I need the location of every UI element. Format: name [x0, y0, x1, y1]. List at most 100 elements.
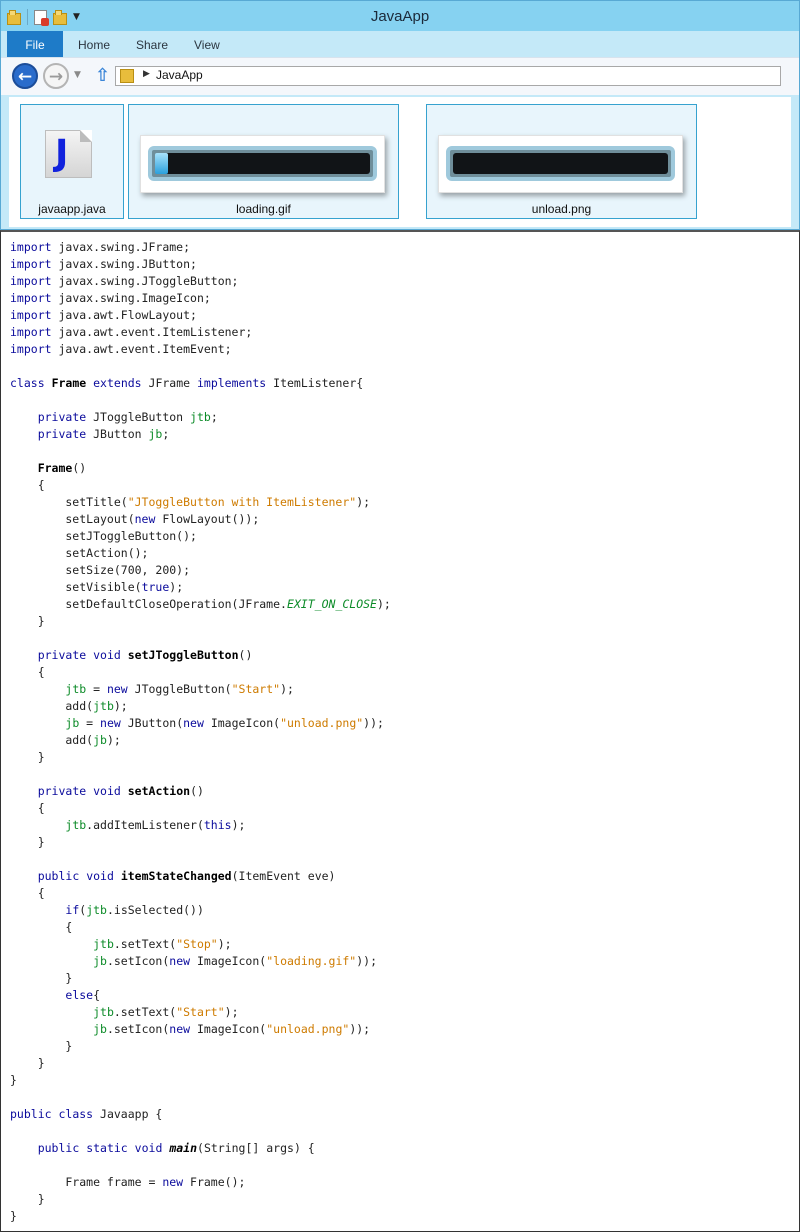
code-token: setAction: [127, 784, 191, 798]
code-line: setDefaultCloseOperation(JFrame.EXIT_ON_…: [10, 596, 391, 613]
code-token: ));: [349, 1022, 371, 1036]
code-line: }: [10, 1055, 391, 1072]
code-token: new: [169, 954, 191, 968]
code-token: jtb: [93, 699, 114, 713]
code-token: {: [10, 801, 45, 815]
code-token: add(: [10, 733, 94, 747]
code-token: JToggleButton: [86, 410, 191, 424]
code-token: java.awt.event.ItemEvent;: [51, 342, 232, 356]
code-token: .addItemListener(: [86, 818, 204, 832]
code-token: ));: [363, 716, 384, 730]
code-token: "Start": [231, 682, 281, 696]
file-name: loading.gif: [236, 202, 291, 216]
code-token: import: [10, 274, 52, 288]
code-line: }: [10, 1208, 391, 1225]
code-token: "unload.png": [280, 716, 364, 730]
code-token: (): [238, 648, 253, 662]
code-line: class Frame extends JFrame implements It…: [10, 375, 391, 392]
code-token: ));: [356, 954, 378, 968]
code-token: }: [10, 971, 73, 985]
code-token: }: [10, 614, 45, 628]
code-token: JButton(: [120, 716, 184, 730]
recent-locations-dropdown-icon[interactable]: ▼: [74, 70, 81, 80]
code-token: .setText(: [113, 937, 177, 951]
forward-arrow-icon[interactable]: →: [43, 63, 69, 89]
code-token: setAction();: [10, 546, 149, 560]
code-token: java.awt.event.ItemListener;: [51, 325, 253, 339]
java-file-icon: J: [45, 130, 92, 178]
code-token: import: [10, 325, 52, 339]
progress-bar-image: [438, 135, 683, 193]
code-token: );: [113, 699, 128, 713]
code-token: {: [10, 665, 45, 679]
code-line: }: [10, 1191, 391, 1208]
code-token: setVisible(: [10, 580, 142, 594]
code-token: void: [86, 869, 114, 883]
file-item[interactable]: unload.png: [426, 104, 697, 219]
code-line: jtb = new JToggleButton("Start");: [10, 681, 391, 698]
chevron-right-icon[interactable]: ▶: [143, 69, 150, 79]
code-line: jb.setIcon(new ImageIcon("loading.gif"))…: [10, 953, 391, 970]
code-token: setJToggleButton();: [10, 529, 197, 543]
code-token: void: [93, 648, 121, 662]
code-line: jtb.addItemListener(this);: [10, 817, 391, 834]
code-token: .setIcon(: [106, 1022, 170, 1036]
source-code: import javax.swing.JFrame; import javax.s…: [10, 239, 391, 1225]
file-item[interactable]: loading.gif: [128, 104, 399, 219]
code-token: public: [10, 1107, 52, 1121]
code-token: add(: [10, 699, 94, 713]
code-line: private void setAction(): [10, 783, 391, 800]
tab-view[interactable]: View: [194, 31, 220, 57]
file-name: unload.png: [531, 202, 592, 216]
code-line: import java.awt.event.ItemListener;: [10, 324, 391, 341]
code-line: import java.awt.event.ItemEvent;: [10, 341, 391, 358]
up-arrow-icon[interactable]: ⇧: [95, 66, 110, 86]
code-token: .setText(: [113, 1005, 177, 1019]
tab-home[interactable]: Home: [78, 31, 110, 57]
code-token: new: [183, 716, 204, 730]
code-token: import: [10, 257, 52, 271]
code-token: class: [10, 376, 45, 390]
code-token: }: [10, 1039, 73, 1053]
code-line: jtb.setText("Stop");: [10, 936, 391, 953]
code-token: private: [37, 784, 87, 798]
code-token: }: [10, 750, 45, 764]
tab-file[interactable]: File: [7, 31, 63, 57]
code-line: import javax.swing.ImageIcon;: [10, 290, 391, 307]
code-token: new: [169, 1022, 191, 1036]
code-editor[interactable]: import javax.swing.JFrame; import javax.s…: [0, 230, 800, 1232]
code-token: );: [106, 733, 121, 747]
code-token: jb: [65, 716, 80, 730]
breadcrumb[interactable]: JavaApp: [156, 68, 203, 82]
code-line: {: [10, 885, 391, 902]
file-item[interactable]: J javaapp.java: [20, 104, 124, 219]
code-token: jb: [93, 733, 107, 747]
code-token: );: [376, 597, 391, 611]
code-token: ImageIcon(: [190, 1022, 267, 1036]
file-name: javaapp.java: [38, 202, 106, 216]
code-token: (): [72, 461, 87, 475]
code-token: }: [10, 1073, 17, 1087]
code-line: public void itemStateChanged(ItemEvent e…: [10, 868, 391, 885]
code-token: {: [10, 920, 73, 934]
code-line: setLayout(new FlowLayout());: [10, 511, 391, 528]
code-line: import javax.swing.JToggleButton;: [10, 273, 391, 290]
back-arrow-icon[interactable]: ←: [12, 63, 38, 89]
code-token: "JToggleButton with ItemListener": [127, 495, 357, 509]
code-token: new: [134, 512, 156, 526]
code-line: private JButton jb;: [10, 426, 391, 443]
address-bar[interactable]: ▶ JavaApp: [115, 66, 781, 86]
code-token: }: [10, 835, 45, 849]
code-token: }: [10, 1192, 45, 1206]
code-line: }: [10, 834, 391, 851]
code-token: jtb: [93, 937, 114, 951]
tab-share[interactable]: Share: [136, 31, 168, 57]
code-token: javax.swing.ImageIcon;: [51, 291, 211, 305]
